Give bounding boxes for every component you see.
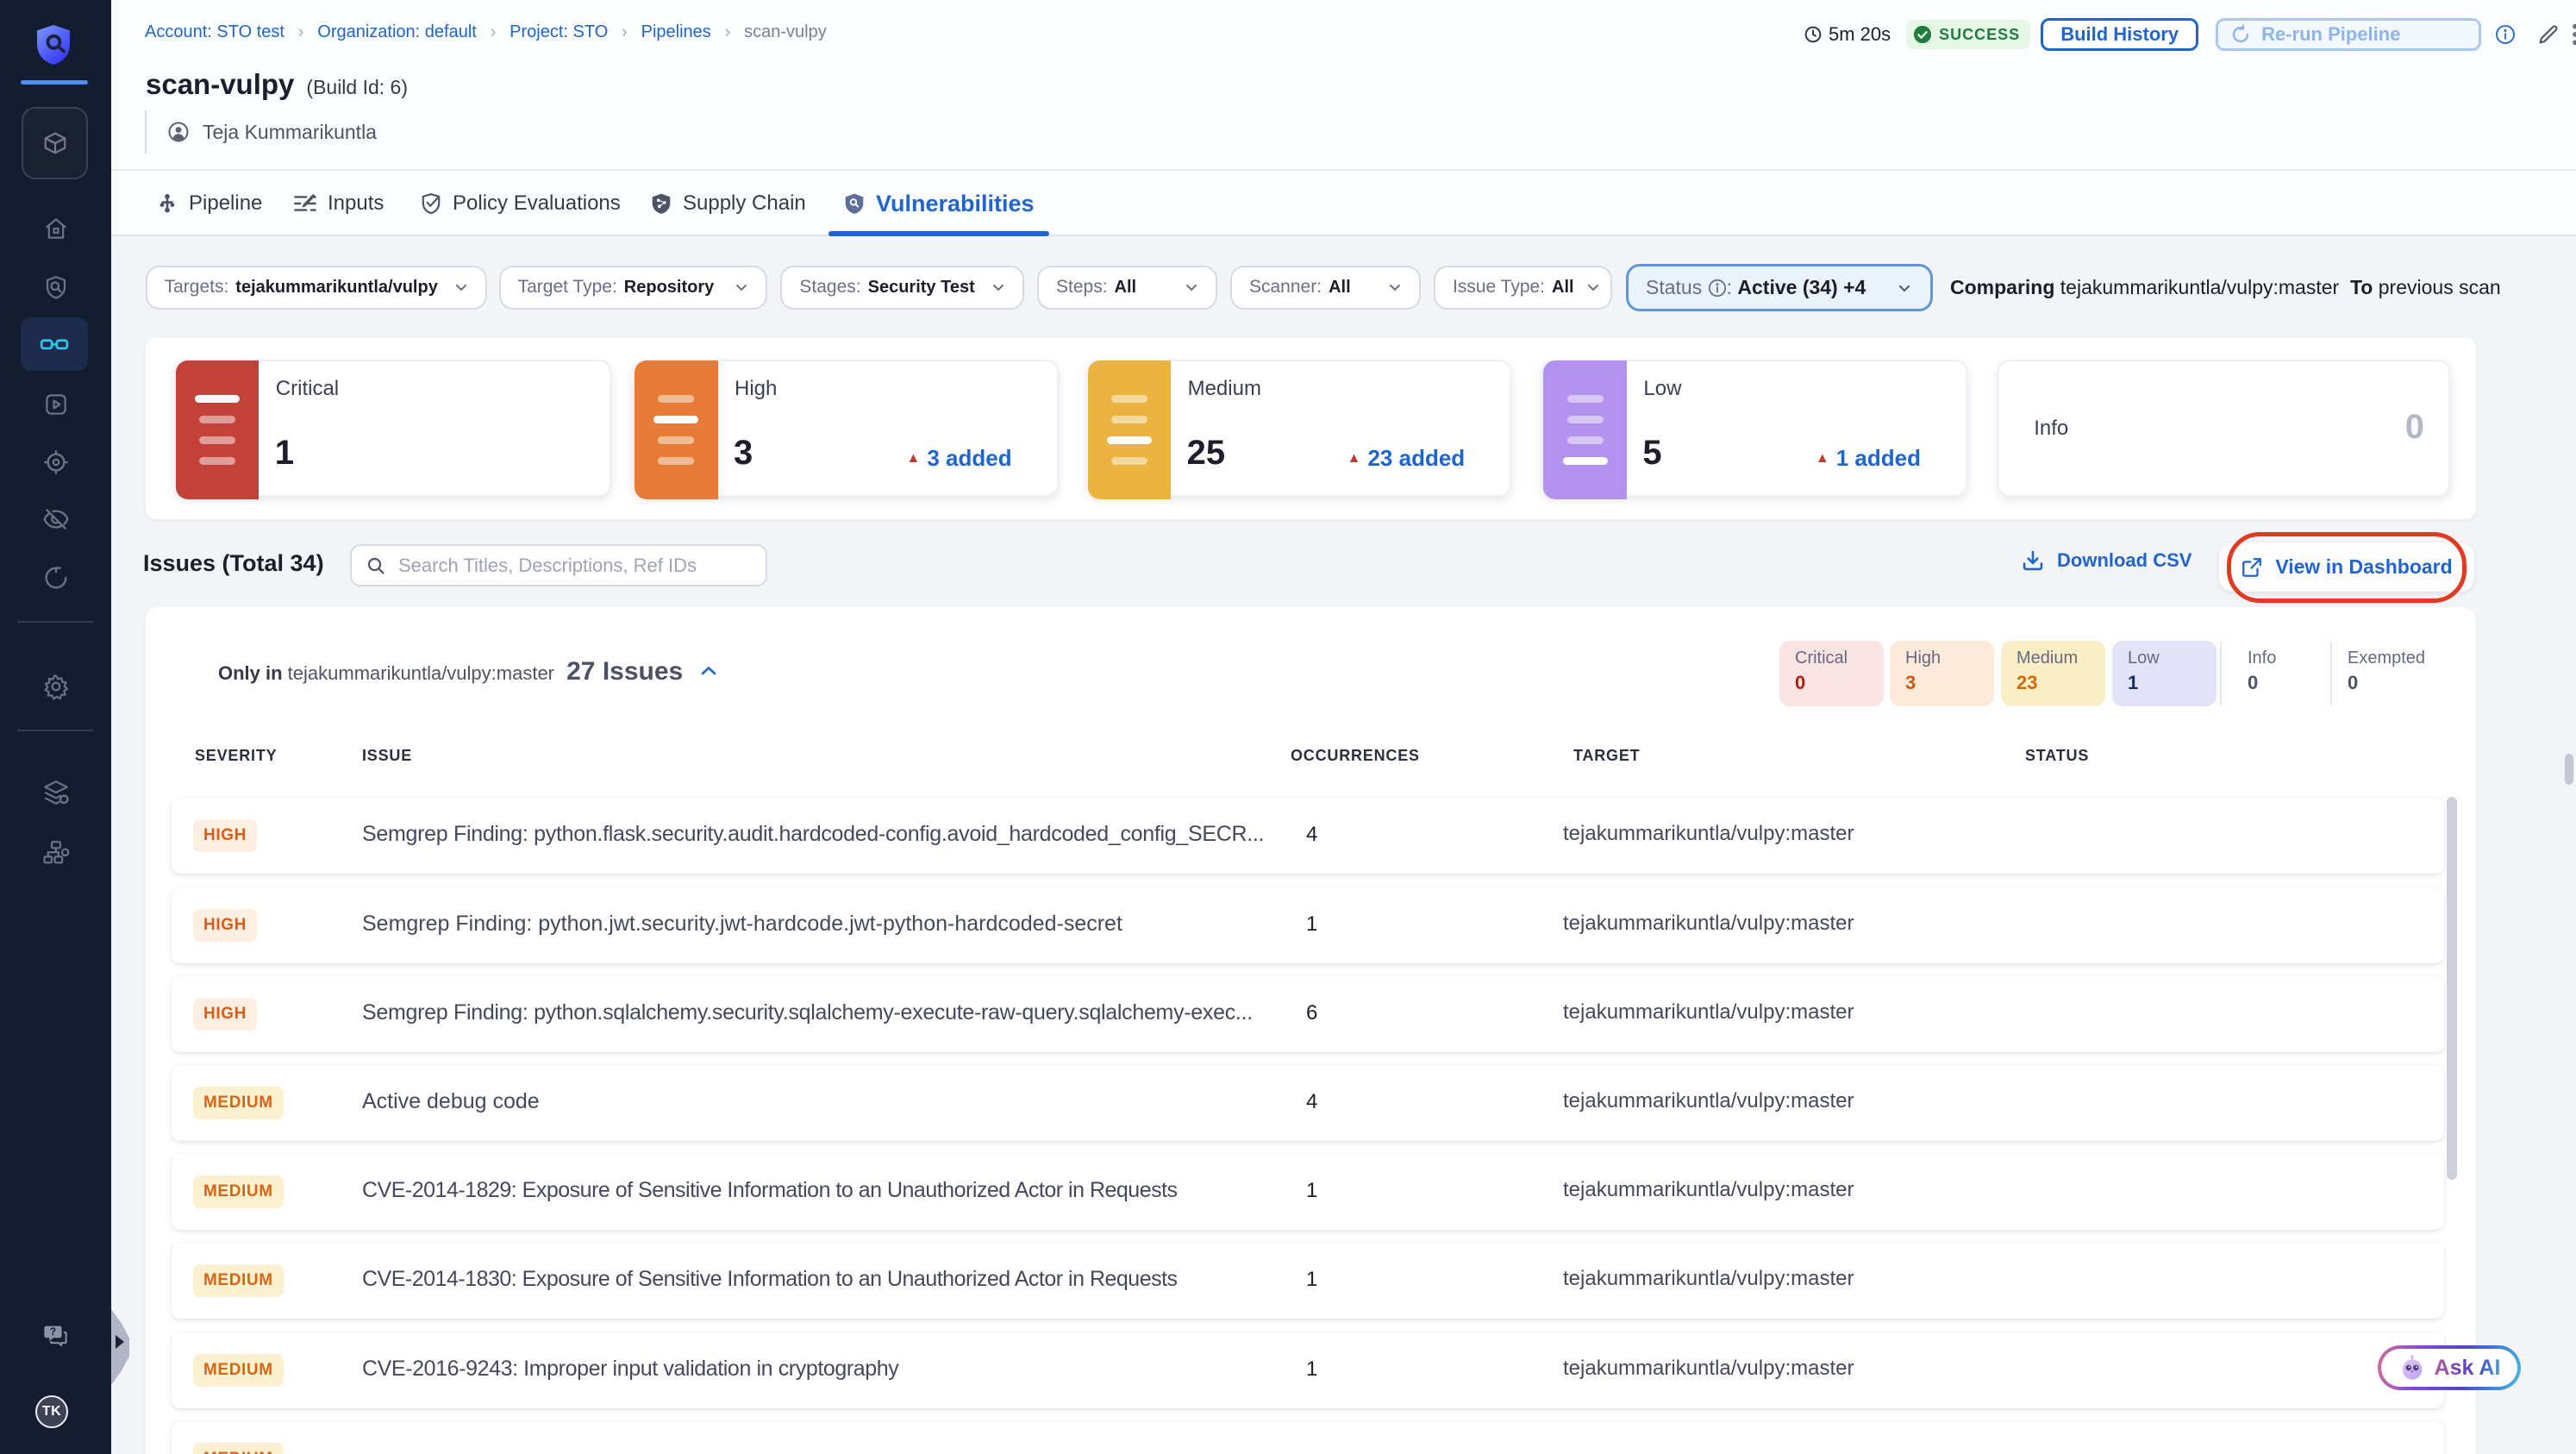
svg-text:?: ? (49, 1326, 55, 1338)
